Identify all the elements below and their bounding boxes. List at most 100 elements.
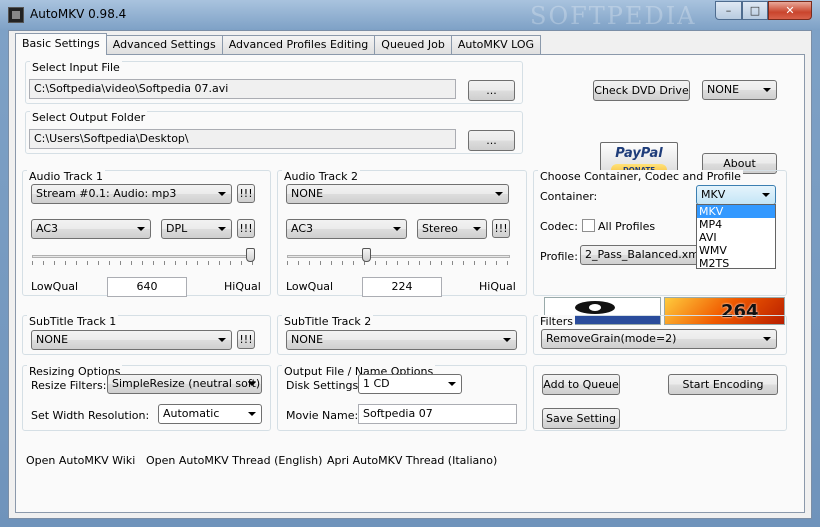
client-area: Basic Settings Advanced Settings Advance…: [8, 30, 812, 519]
slider-thumb[interactable]: [362, 248, 371, 262]
subtitle-1-select[interactable]: NONE: [31, 330, 232, 350]
chevron-down-icon: [248, 382, 256, 386]
audio-1-bitrate-field[interactable]: 640: [107, 277, 187, 297]
slider-thumb[interactable]: [246, 248, 255, 262]
audio-2-codec-select[interactable]: AC3: [286, 219, 407, 239]
container-codec-profile-label: Choose Container, Codec and Profile: [538, 170, 743, 183]
container-option[interactable]: AVI: [697, 231, 775, 244]
container-select-value: MKV: [701, 188, 726, 201]
matroska-logo-mark: [575, 301, 615, 314]
audio-2-bitrate-field[interactable]: 224: [362, 277, 442, 297]
chevron-down-icon: [218, 192, 226, 196]
width-resolution-label: Set Width Resolution:: [31, 409, 150, 422]
profile-label: Profile:: [540, 250, 578, 263]
audio-1-mode-select[interactable]: DPL: [161, 219, 232, 239]
chevron-down-icon: [503, 338, 511, 342]
audio-1-codec-select[interactable]: AC3: [31, 219, 151, 239]
maximize-icon: □: [749, 4, 761, 17]
audio-track-1-label: Audio Track 1: [27, 170, 106, 183]
disk-settings-label: Disk Settings:: [286, 379, 362, 392]
drive-select[interactable]: NONE: [702, 80, 777, 100]
link-automkv-thread-english[interactable]: Open AutoMKV Thread (English): [146, 454, 322, 467]
container-option[interactable]: MKV: [697, 205, 775, 218]
slider-track: [32, 255, 255, 258]
container-select[interactable]: MKV: [696, 185, 776, 205]
paypal-logo: PayPal: [615, 146, 663, 161]
watermark: SOFTPEDIA: [530, 2, 697, 30]
audio-1-lowqual-label: LowQual: [31, 280, 79, 293]
check-dvd-drive-button[interactable]: Check DVD Drive: [593, 80, 690, 101]
output-folder-field[interactable]: C:\Users\Softpedia\Desktop\: [29, 129, 456, 149]
resize-filters-value: SimpleResize (neutral soft): [112, 377, 261, 390]
disk-settings-select[interactable]: 1 CD: [358, 374, 462, 394]
all-profiles-checkbox[interactable]: [582, 219, 595, 232]
add-to-queue-button[interactable]: Add to Queue: [542, 374, 620, 395]
chevron-down-icon: [473, 227, 481, 231]
minimize-button[interactable]: –: [715, 1, 742, 20]
audio-1-quality-slider[interactable]: [32, 246, 255, 266]
movie-name-field[interactable]: Softpedia 07: [358, 404, 517, 424]
audio-1-mode-info-button[interactable]: !!!: [237, 219, 255, 238]
width-resolution-value: Automatic: [163, 407, 220, 420]
subtitle-1-info-button[interactable]: !!!: [237, 330, 255, 349]
audio-2-quality-slider[interactable]: [287, 246, 510, 266]
filters-value: RemoveGrain(mode=2): [546, 332, 677, 345]
tab-advanced-settings[interactable]: Advanced Settings: [105, 35, 223, 55]
save-setting-button[interactable]: Save Setting: [542, 408, 620, 429]
audio-1-codec-value: AC3: [36, 222, 59, 235]
drive-select-value: NONE: [707, 83, 740, 96]
audio-1-info-button[interactable]: !!!: [237, 184, 255, 203]
input-file-field[interactable]: C:\Softpedia\video\Softpedia 07.avi: [29, 79, 456, 99]
audio-2-mode-value: Stereo: [422, 222, 458, 235]
title-bar: AutoMKV 0.98.4 SOFTPEDIA – □ ✕: [0, 0, 820, 30]
tab-automkv-log[interactable]: AutoMKV LOG: [450, 35, 542, 55]
app-icon: [8, 7, 24, 23]
audio-2-mode-info-button[interactable]: !!!: [492, 219, 510, 238]
subtitle-2-select[interactable]: NONE: [286, 330, 517, 350]
link-automkv-thread-italiano[interactable]: Apri AutoMKV Thread (Italiano): [327, 454, 497, 467]
subtitle-1-value: NONE: [36, 333, 69, 346]
container-option[interactable]: WMV: [697, 244, 775, 257]
movie-name-label: Movie Name:: [286, 409, 359, 422]
tab-basic-settings[interactable]: Basic Settings: [15, 33, 107, 55]
resize-filters-select[interactable]: SimpleResize (neutral soft): [107, 374, 262, 394]
tab-queued-job[interactable]: Queued Job: [374, 35, 452, 55]
chevron-down-icon: [763, 337, 771, 341]
browse-output-button[interactable]: ...: [468, 130, 515, 151]
all-profiles-label: All Profiles: [598, 220, 656, 233]
audio-1-mode-value: DPL: [166, 222, 188, 235]
container-option[interactable]: MP4: [697, 218, 775, 231]
filters-label: Filters: [538, 315, 575, 328]
slider-track: [287, 255, 510, 258]
width-resolution-select[interactable]: Automatic: [158, 404, 262, 424]
window-title: AutoMKV 0.98.4: [30, 7, 127, 21]
container-label: Container:: [540, 190, 598, 203]
resize-filters-label: Resize Filters:: [31, 379, 107, 392]
tab-bar: Basic Settings Advanced Settings Advance…: [15, 33, 542, 55]
audio-2-lowqual-label: LowQual: [286, 280, 334, 293]
audio-1-stream-select[interactable]: Stream #0.1: Audio: mp3: [31, 184, 232, 204]
app-window: AutoMKV 0.98.4 SOFTPEDIA – □ ✕ Basic Set…: [0, 0, 820, 527]
audio-1-stream-value: Stream #0.1: Audio: mp3: [36, 187, 177, 200]
subtitle-track-2-label: SubTitle Track 2: [282, 315, 374, 328]
container-option[interactable]: M2TS: [697, 257, 775, 270]
link-automkv-wiki[interactable]: Open AutoMKV Wiki: [26, 454, 135, 467]
slider-ticks: [287, 261, 510, 265]
chevron-down-icon: [393, 227, 401, 231]
audio-2-mode-select[interactable]: Stereo: [417, 219, 487, 239]
start-encoding-button[interactable]: Start Encoding: [668, 374, 778, 395]
tab-advanced-profiles-editing[interactable]: Advanced Profiles Editing: [221, 35, 376, 55]
basic-settings-page: Select Input File C:\Softpedia\video\Sof…: [15, 54, 805, 513]
audio-1-hiqual-label: HiQual: [224, 280, 261, 293]
chevron-down-icon: [448, 382, 456, 386]
disk-settings-value: 1 CD: [363, 377, 390, 390]
audio-2-hiqual-label: HiQual: [479, 280, 516, 293]
audio-2-stream-value: NONE: [291, 187, 324, 200]
close-button[interactable]: ✕: [768, 1, 812, 20]
profile-select[interactable]: 2_Pass_Balanced.xml: [580, 245, 700, 265]
audio-2-stream-select[interactable]: NONE: [286, 184, 509, 204]
browse-input-button[interactable]: ...: [468, 80, 515, 101]
filters-select[interactable]: RemoveGrain(mode=2): [541, 329, 777, 349]
maximize-button[interactable]: □: [742, 1, 768, 20]
minimize-icon: –: [725, 4, 732, 17]
